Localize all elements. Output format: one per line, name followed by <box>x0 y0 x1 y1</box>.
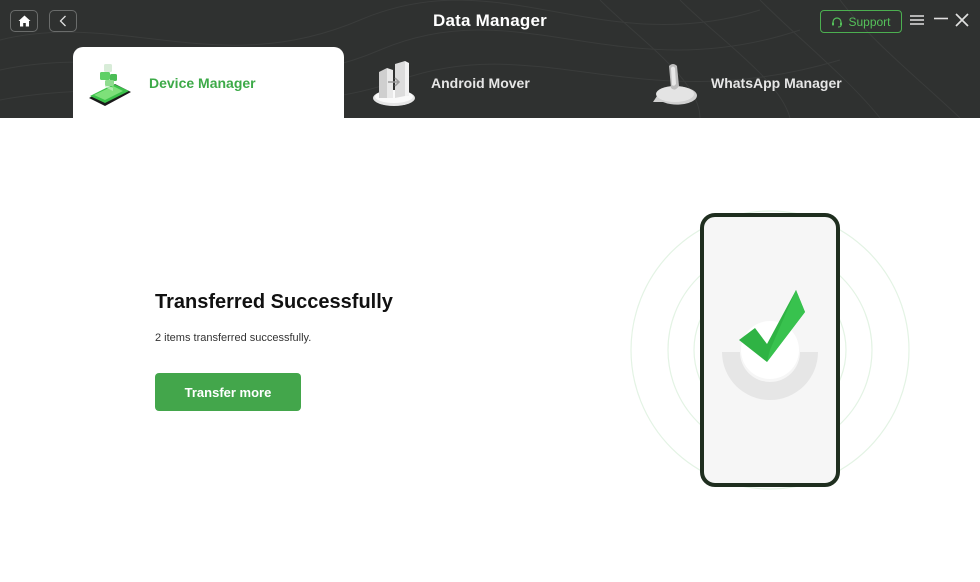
whatsapp-manager-icon <box>653 63 697 105</box>
support-label: Support <box>848 14 891 29</box>
title-bar: Data Manager Support Device Manager Andr… <box>0 0 980 118</box>
result-title: Transferred Successfully <box>155 291 393 313</box>
headset-icon <box>832 16 843 27</box>
tab-label: WhatsApp Manager <box>711 74 842 91</box>
support-button[interactable]: Support <box>820 10 902 33</box>
close-icon <box>955 13 969 27</box>
tab-label: Android Mover <box>431 74 530 91</box>
device-manager-icon <box>89 63 131 106</box>
tab-device-manager[interactable]: Device Manager <box>73 47 344 118</box>
success-illustration <box>630 210 910 490</box>
menu-button[interactable] <box>908 10 926 30</box>
tab-label: Device Manager <box>149 74 256 91</box>
android-mover-icon <box>373 60 415 106</box>
minimize-button[interactable] <box>932 10 950 30</box>
transfer-more-button[interactable]: Transfer more <box>155 373 301 411</box>
close-button[interactable] <box>953 10 971 30</box>
minimize-icon <box>934 17 948 20</box>
result-message: 2 items transferred successfully. <box>155 332 312 344</box>
tab-whatsapp-manager[interactable]: WhatsApp Manager <box>645 47 905 118</box>
tab-android-mover[interactable]: Android Mover <box>365 47 615 118</box>
hamburger-menu-icon <box>910 15 924 25</box>
